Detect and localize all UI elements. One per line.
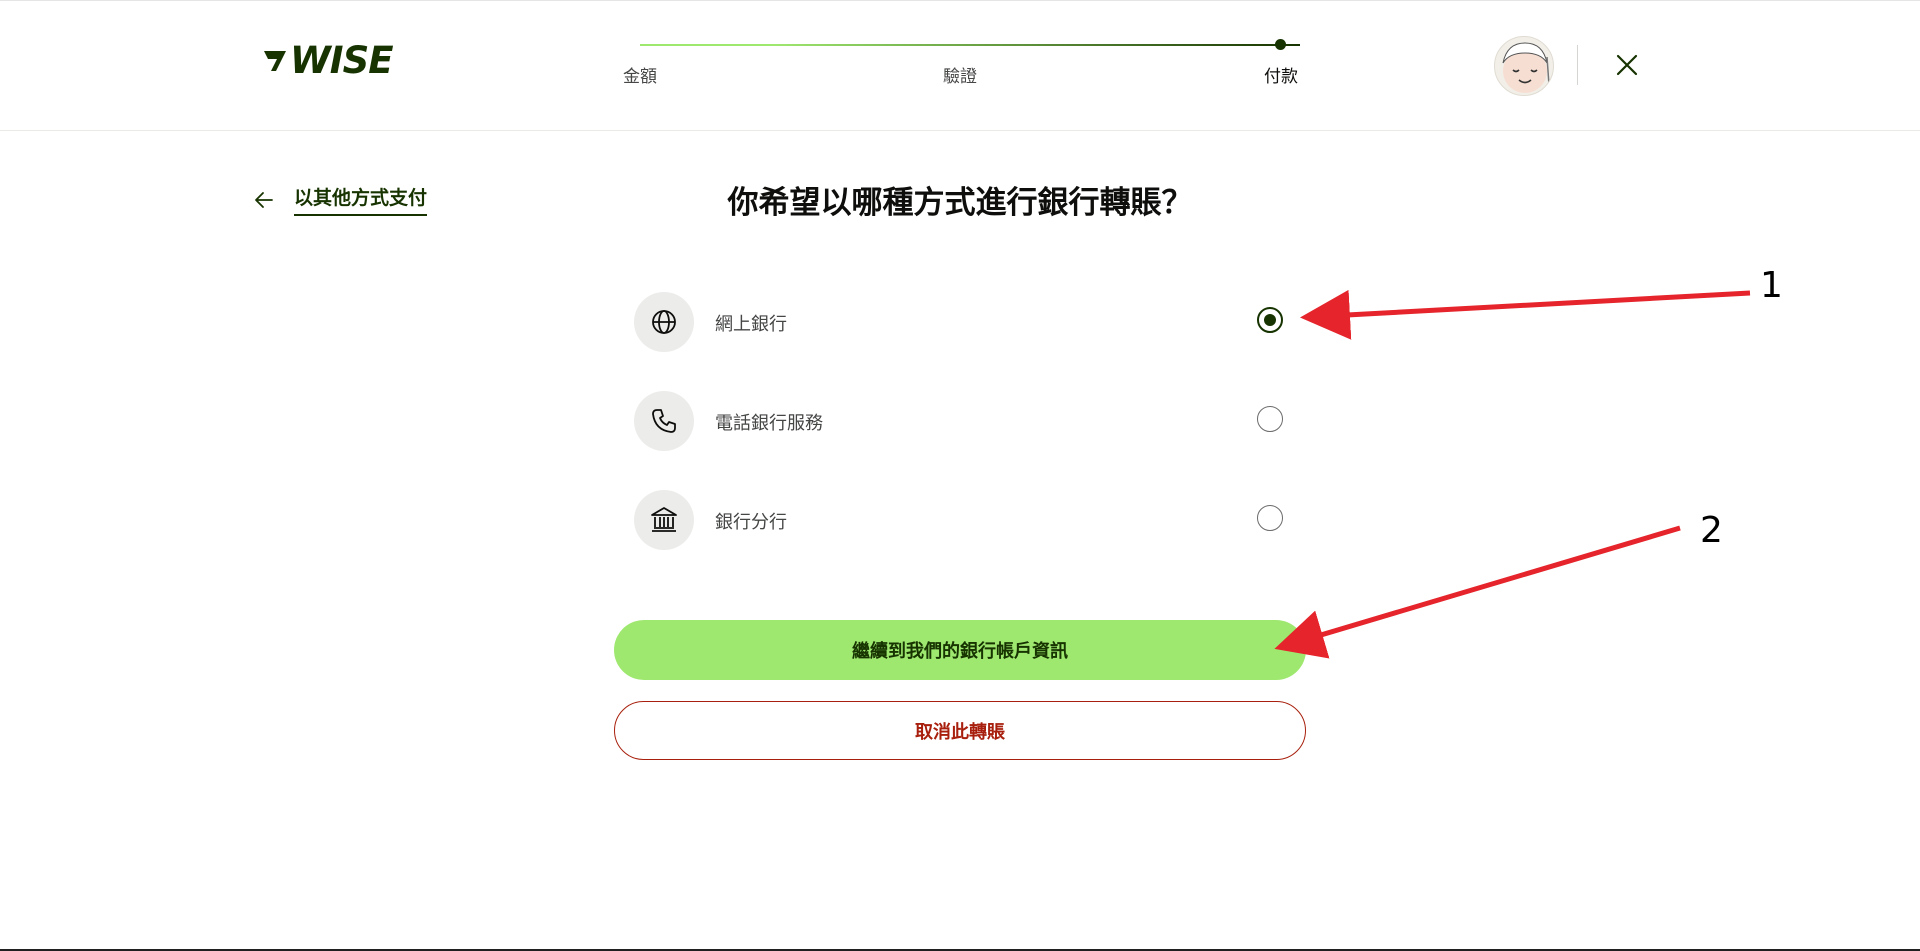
back-link-label: 以其他方式支付 <box>294 183 428 216</box>
radio-bank-branch[interactable] <box>1257 505 1283 531</box>
user-avatar[interactable] <box>1494 36 1554 96</box>
annotation-arrow-1 <box>1300 289 1751 340</box>
radio-selected-dot <box>1264 314 1276 326</box>
step-label-payment: 付款 <box>1264 67 1298 87</box>
annotation-number-2: 2 <box>1700 510 1723 551</box>
annotation-arrows <box>1274 289 1751 659</box>
cancel-transfer-button[interactable]: 取消此轉賬 <box>614 701 1306 760</box>
arrow-left-icon <box>255 191 273 208</box>
option-online-banking[interactable]: 網上銀行 <box>634 292 1294 352</box>
radio-phone-banking[interactable] <box>1257 406 1283 432</box>
option-phone-banking[interactable]: 電話銀行服務 <box>634 391 1294 451</box>
close-button[interactable] <box>1612 50 1642 80</box>
close-icon <box>1616 54 1638 76</box>
step-label-amount: 金額 <box>623 67 657 87</box>
option-icon-wrapper <box>634 391 694 451</box>
phone-icon <box>652 409 676 433</box>
avatar-face-icon <box>1502 42 1550 93</box>
logo-text: WISE <box>290 38 394 82</box>
top-header: WISE 金額 驗證 付款 <box>0 0 1920 131</box>
wise-logo[interactable]: WISE <box>262 38 394 82</box>
stepper-current-dot <box>1275 39 1286 50</box>
radio-online-banking[interactable] <box>1257 307 1283 333</box>
back-link-other-payment[interactable]: 以其他方式支付 <box>252 183 428 216</box>
progress-stepper: 金額 驗證 付款 <box>620 34 1300 94</box>
option-bank-branch[interactable]: 銀行分行 <box>634 490 1294 550</box>
option-icon-wrapper <box>634 490 694 550</box>
option-label: 電話銀行服務 <box>715 413 823 434</box>
stepper-progress-line <box>640 44 1300 46</box>
continue-to-bank-details-button[interactable]: 繼續到我們的銀行帳戶資訊 <box>614 620 1306 680</box>
annotation-number-1: 1 <box>1760 265 1783 306</box>
option-label: 銀行分行 <box>715 512 787 533</box>
wise-flag-icon <box>264 51 286 71</box>
globe-icon <box>652 310 676 334</box>
option-icon-wrapper <box>634 292 694 352</box>
option-label: 網上銀行 <box>715 314 787 335</box>
page-title: 你希望以哪種方式進行銀行轉賬？ <box>727 185 1193 221</box>
annotation-arrow-2 <box>1274 525 1681 659</box>
step-label-verify: 驗證 <box>943 67 977 87</box>
bank-icon <box>651 507 677 532</box>
header-divider <box>1577 45 1578 85</box>
